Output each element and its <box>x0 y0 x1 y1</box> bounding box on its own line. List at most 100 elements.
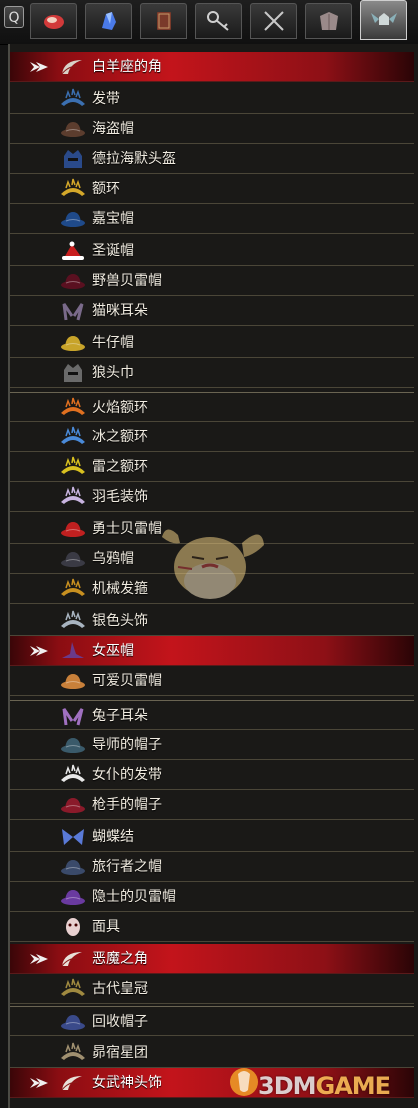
tab-accessories[interactable] <box>360 0 407 40</box>
item-label: 枪手的帽子 <box>92 797 162 813</box>
demon-horns-icon <box>61 952 82 967</box>
item-label: 银色头饰 <box>92 613 148 629</box>
list-item[interactable]: 嘉宝帽 <box>10 204 414 234</box>
list-item[interactable]: 兔子耳朵 <box>10 700 414 730</box>
list-item[interactable]: 猫咪耳朵 <box>10 296 414 326</box>
list-item[interactable]: 额环 <box>10 174 414 204</box>
wolf-hood-icon <box>64 364 82 382</box>
item-label: 女仆的发带 <box>92 767 162 783</box>
list-item[interactable]: 恶魔之角 <box>10 944 414 974</box>
maid-headband-icon <box>61 764 85 782</box>
list-item[interactable]: 枪手的帽子 <box>10 790 414 820</box>
list-item[interactable]: 面具 <box>10 912 414 942</box>
ancient-crown-icon <box>61 978 85 996</box>
item-label: 隐士的贝雷帽 <box>92 889 176 905</box>
tab-books[interactable] <box>140 3 187 39</box>
item-label: 火焰额环 <box>92 400 148 416</box>
list-item[interactable]: 旅行者之帽 <box>10 852 414 882</box>
tab-keys[interactable] <box>195 3 242 39</box>
book-icon <box>156 12 171 30</box>
item-label: 发带 <box>92 91 120 107</box>
list-item[interactable]: 圣诞帽 <box>10 236 414 266</box>
item-label: 导师的帽子 <box>92 737 162 753</box>
tab-food[interactable] <box>30 3 77 39</box>
list-item[interactable]: 银色头饰 <box>10 606 414 636</box>
key-icon <box>206 11 229 31</box>
list-item[interactable]: 羽毛装饰 <box>10 482 414 512</box>
list-item[interactable]: 可爱贝雷帽 <box>10 666 414 696</box>
list-item[interactable]: 冰之额环 <box>10 422 414 452</box>
list-item[interactable]: 牛仔帽 <box>10 328 414 358</box>
list-item[interactable]: 白羊座的角 <box>10 52 414 82</box>
item-label: 古代皇冠 <box>92 981 148 997</box>
item-label: 勇士贝雷帽 <box>92 521 162 537</box>
item-label: 女巫帽 <box>92 643 134 659</box>
item-label: 旅行者之帽 <box>92 859 162 875</box>
mask-icon <box>66 918 80 936</box>
gunner-hat-icon <box>61 798 85 813</box>
list-item[interactable]: 火焰额环 <box>10 392 414 422</box>
item-label: 猫咪耳朵 <box>92 303 148 319</box>
crystal-icon <box>101 12 116 30</box>
list-item[interactable]: 导师的帽子 <box>10 730 414 760</box>
cat-ears-icon <box>62 303 84 321</box>
pleiades-icon <box>61 1042 85 1060</box>
cowboy-hat-icon <box>61 336 85 351</box>
item-label: 牛仔帽 <box>92 335 134 351</box>
cap-icon <box>61 212 85 227</box>
witch-hat-icon <box>62 642 84 658</box>
category-tab-bar: Q <box>0 0 418 45</box>
selection-arrow-icon <box>30 1078 48 1088</box>
tiara-icon <box>61 610 85 628</box>
list-item[interactable]: 古代皇冠 <box>10 974 414 1004</box>
mascot-watermark <box>162 529 264 599</box>
item-label: 圣诞帽 <box>92 243 134 259</box>
item-label: 女武神头饰 <box>92 1075 162 1091</box>
item-label: 雷之额环 <box>92 459 148 475</box>
tab-armor[interactable] <box>305 3 352 39</box>
list-item[interactable]: 回收帽子 <box>10 1006 414 1036</box>
item-label: 回收帽子 <box>92 1014 148 1030</box>
3dmgame-logo-text: 3DMGAME <box>258 1072 391 1100</box>
thunder-circlet-icon <box>61 456 85 474</box>
list-item[interactable]: 野兽贝雷帽 <box>10 266 414 296</box>
ice-circlet-icon <box>61 426 85 444</box>
feather-icon <box>61 486 85 504</box>
list-item[interactable]: 女巫帽 <box>10 636 414 666</box>
tab-materials[interactable] <box>85 3 132 39</box>
meat-icon <box>43 15 64 29</box>
list-item[interactable]: 狼头巾 <box>10 358 414 388</box>
crossed-swords-icon <box>263 11 284 31</box>
search-button[interactable]: Q <box>4 6 24 28</box>
list-item[interactable]: 海盗帽 <box>10 114 414 144</box>
item-label: 冰之额环 <box>92 429 148 445</box>
crow-hat-icon <box>61 552 85 567</box>
list-item[interactable]: 发带 <box>10 84 414 114</box>
item-label: 可爱贝雷帽 <box>92 673 162 689</box>
item-label: 羽毛装饰 <box>92 489 148 505</box>
list-item[interactable]: 女仆的发带 <box>10 760 414 790</box>
bunny-ears-icon <box>62 708 84 726</box>
list-item[interactable]: 隐士的贝雷帽 <box>10 882 414 912</box>
gear-headband-icon <box>61 578 85 596</box>
hermit-beret-icon <box>61 890 85 905</box>
list-item[interactable]: 蝴蝶结 <box>10 822 414 852</box>
item-label: 恶魔之角 <box>92 951 148 967</box>
recycled-hat-icon <box>61 1015 85 1030</box>
valkyrie-headpiece-icon <box>61 1076 82 1091</box>
armor-icon <box>319 12 338 30</box>
list-item[interactable]: 雷之额环 <box>10 452 414 482</box>
item-label: 德拉海默头盔 <box>92 151 176 167</box>
pirate-hat-icon <box>61 122 85 137</box>
traveler-hat-icon <box>61 860 85 875</box>
helmet-icon <box>64 150 82 168</box>
selection-arrow-icon <box>30 62 48 72</box>
selection-arrow-icon <box>30 646 48 656</box>
item-label: 海盗帽 <box>92 121 134 137</box>
item-label: 面具 <box>92 919 120 935</box>
item-label: 白羊座的角 <box>92 59 162 75</box>
headband-icon <box>61 88 85 106</box>
item-label: 野兽贝雷帽 <box>92 273 162 289</box>
list-item[interactable]: 德拉海默头盔 <box>10 144 414 174</box>
tab-weapons[interactable] <box>250 3 297 39</box>
